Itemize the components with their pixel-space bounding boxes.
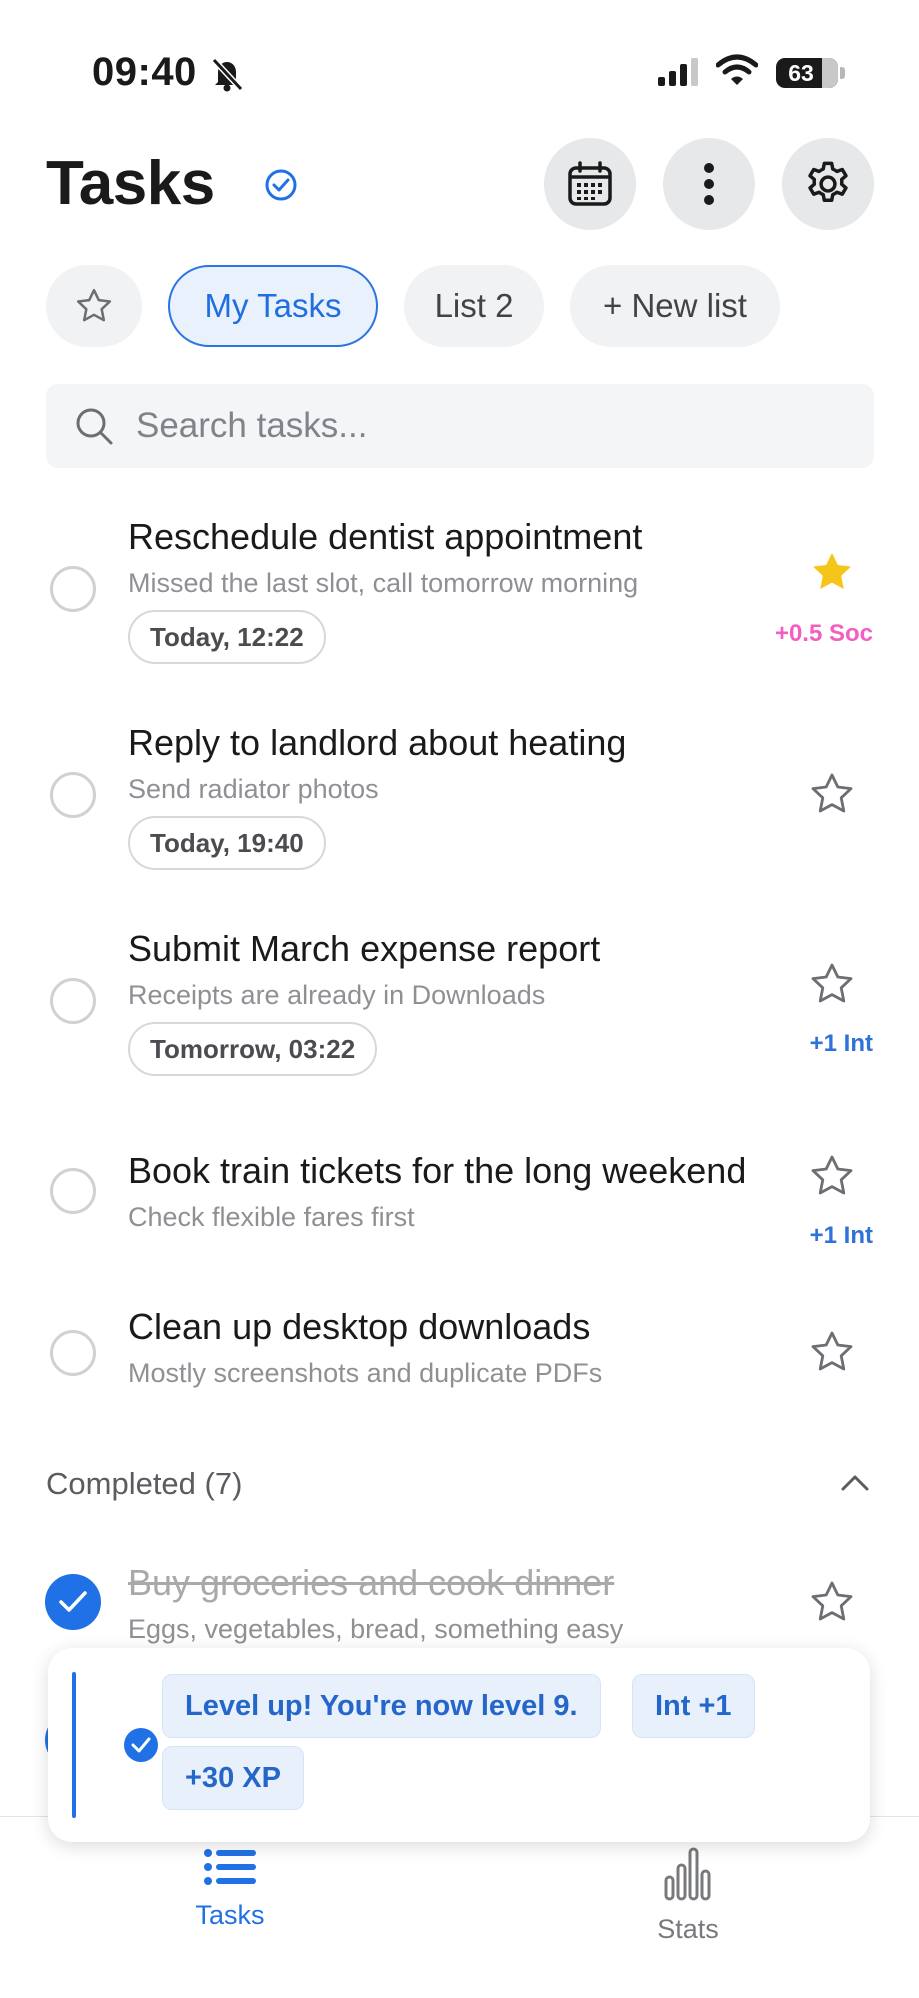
bell-off-icon — [211, 57, 244, 92]
verified-check-icon — [265, 169, 297, 201]
level-up-toast[interactable]: Level up! You're now level 9. Int +1 +30… — [48, 1648, 870, 1842]
more-options-button[interactable] — [663, 138, 755, 230]
stat-reward-badge: +1 Int — [809, 1222, 873, 1249]
task-due-date: Today, 12:22 — [128, 610, 326, 664]
stat-reward-badge: +1 Int — [809, 1030, 873, 1057]
task-title: Book train tickets for the long weekend — [128, 1150, 747, 1191]
cellular-signal-icon — [658, 58, 698, 86]
stat-reward-badge: +0.5 Soc — [774, 620, 873, 647]
star-outline-icon[interactable] — [808, 1328, 856, 1376]
task-title: Reply to landlord about heating — [128, 722, 627, 763]
wifi-icon — [716, 54, 758, 85]
toast-accent-bar — [72, 1672, 76, 1818]
task-title: Buy groceries and cook dinner — [128, 1562, 615, 1603]
search-icon — [76, 408, 113, 445]
toast-stat-gain: Int +1 — [632, 1674, 755, 1738]
chevron-up-icon[interactable] — [840, 1473, 870, 1493]
bar-chart-icon — [664, 1847, 711, 1901]
star-outline-icon[interactable] — [808, 1152, 856, 1200]
task-checkbox[interactable] — [50, 1330, 96, 1376]
completed-section-header[interactable]: Completed (7) — [46, 1466, 242, 1502]
settings-button[interactable] — [782, 138, 874, 230]
list-tabs: My Tasks List 2 + New list — [46, 265, 780, 347]
task-checkbox[interactable] — [50, 772, 96, 818]
task-item[interactable]: Book train tickets for the long weekend … — [0, 1134, 919, 1274]
star-outline-icon[interactable] — [808, 1578, 856, 1626]
task-subtitle: Missed the last slot, call tomorrow morn… — [128, 568, 639, 598]
toast-check-icon — [124, 1728, 158, 1762]
star-filled-icon[interactable] — [808, 548, 856, 596]
bottom-navigation: Tasks Stats — [0, 1816, 919, 1998]
task-item[interactable]: Reschedule dentist appointment Missed th… — [0, 500, 919, 680]
list-icon — [204, 1849, 256, 1885]
status-time: 09:40 — [92, 50, 197, 94]
task-title: Submit March expense report — [128, 928, 601, 969]
search-bar[interactable] — [46, 384, 874, 468]
star-outline-icon[interactable] — [808, 770, 856, 818]
toast-xp-gain: +30 XP — [162, 1746, 304, 1810]
search-input[interactable] — [136, 406, 776, 446]
starred-list-tab[interactable] — [46, 265, 142, 347]
task-checkbox[interactable] — [50, 566, 96, 612]
tab-list-2[interactable]: List 2 — [404, 265, 544, 347]
battery-level: 63 — [788, 60, 814, 86]
task-title: Reschedule dentist appointment — [128, 516, 643, 557]
toast-message: Level up! You're now level 9. — [162, 1674, 601, 1738]
calendar-button[interactable] — [544, 138, 636, 230]
calendar-icon — [568, 161, 612, 206]
checkmark-icon — [59, 1591, 87, 1612]
completed-task-item[interactable]: Buy groceries and cook dinner Eggs, vege… — [0, 1562, 919, 1662]
task-item[interactable]: Clean up desktop downloads Mostly screen… — [0, 1290, 919, 1420]
star-outline-icon — [76, 288, 112, 322]
nav-stats[interactable]: Stats — [618, 1847, 758, 1945]
gear-icon — [808, 161, 848, 202]
task-due-date: Today, 19:40 — [128, 816, 326, 870]
page-title: Tasks — [46, 149, 215, 218]
task-subtitle: Receipts are already in Downloads — [128, 980, 546, 1010]
task-checkbox[interactable] — [50, 1168, 96, 1214]
star-outline-icon[interactable] — [808, 960, 856, 1008]
nav-tasks-label: Tasks — [195, 1900, 265, 1930]
task-subtitle: Mostly screenshots and duplicate PDFs — [128, 1358, 603, 1388]
task-subtitle: Eggs, vegetables, bread, something easy — [128, 1614, 624, 1644]
task-title: Clean up desktop downloads — [128, 1306, 591, 1347]
nav-tasks[interactable]: Tasks — [160, 1847, 300, 1931]
nav-stats-label: Stats — [657, 1914, 719, 1944]
task-item[interactable]: Reply to landlord about heating Send rad… — [0, 706, 919, 886]
task-subtitle: Send radiator photos — [128, 774, 379, 804]
new-list-button[interactable]: + New list — [570, 265, 780, 347]
battery-icon: 63 — [776, 58, 838, 88]
task-checkbox-checked[interactable] — [45, 1574, 101, 1630]
tab-my-tasks[interactable]: My Tasks — [168, 265, 378, 347]
task-checkbox[interactable] — [50, 978, 96, 1024]
task-subtitle: Check flexible fares first — [128, 1202, 415, 1232]
task-item[interactable]: Submit March expense report Receipts are… — [0, 912, 919, 1092]
status-bar: 09:40 63 — [0, 0, 919, 120]
task-due-date: Tomorrow, 03:22 — [128, 1022, 378, 1076]
more-vertical-icon — [704, 163, 714, 205]
